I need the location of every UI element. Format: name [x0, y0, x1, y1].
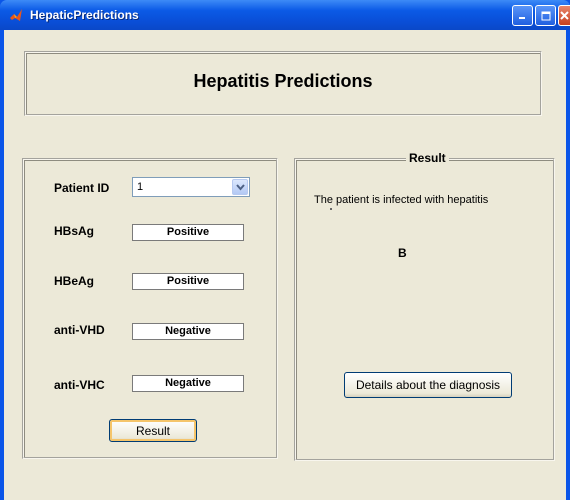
result-button[interactable]: Result	[109, 419, 197, 442]
result-message: The patient is infected with hepatitis	[314, 194, 489, 206]
hbsag-label: HBsAg	[54, 224, 95, 238]
window-title: HepaticPredictions	[30, 8, 139, 22]
maximize-icon	[541, 11, 550, 20]
patient-id-label: Patient ID	[54, 181, 110, 195]
chevron-down-icon[interactable]	[232, 179, 248, 195]
result-marker	[330, 208, 332, 210]
details-button[interactable]: Details about the diagnosis	[344, 372, 512, 398]
hbeag-label: HBeAg	[54, 274, 95, 288]
minimize-icon	[519, 17, 525, 19]
result-panel-title: Result	[406, 151, 449, 165]
header-panel: Hepatitis Predictions	[24, 51, 542, 116]
anti-vhc-label: anti-VHC	[54, 378, 105, 392]
result-panel: Result The patient is infected with hepa…	[294, 151, 555, 461]
anti-vhc-value[interactable]: Negative	[132, 375, 244, 392]
title-bar[interactable]: HepaticPredictions	[0, 0, 570, 30]
hepatitis-type: B	[398, 246, 407, 260]
hbeag-value[interactable]: Positive	[132, 273, 244, 290]
client-area: Hepatitis Predictions Patient ID 1 HBsAg…	[4, 30, 566, 500]
anti-vhd-value[interactable]: Negative	[132, 323, 244, 340]
patient-id-value: 1	[137, 181, 144, 193]
hbsag-value[interactable]: Positive	[132, 224, 244, 241]
patient-id-select[interactable]: 1	[132, 177, 250, 197]
page-title: Hepatitis Predictions	[193, 71, 373, 91]
anti-vhd-label: anti-VHD	[54, 323, 105, 337]
close-icon	[560, 11, 569, 20]
close-button[interactable]	[558, 5, 570, 26]
minimize-button[interactable]	[512, 5, 533, 26]
app-window: HepaticPredictions Hepatitis Predictions…	[0, 0, 570, 500]
maximize-button[interactable]	[535, 5, 556, 26]
matlab-icon	[10, 9, 22, 21]
input-panel: Patient ID 1 HBsAg Positive HBeAg Positi…	[22, 158, 278, 459]
